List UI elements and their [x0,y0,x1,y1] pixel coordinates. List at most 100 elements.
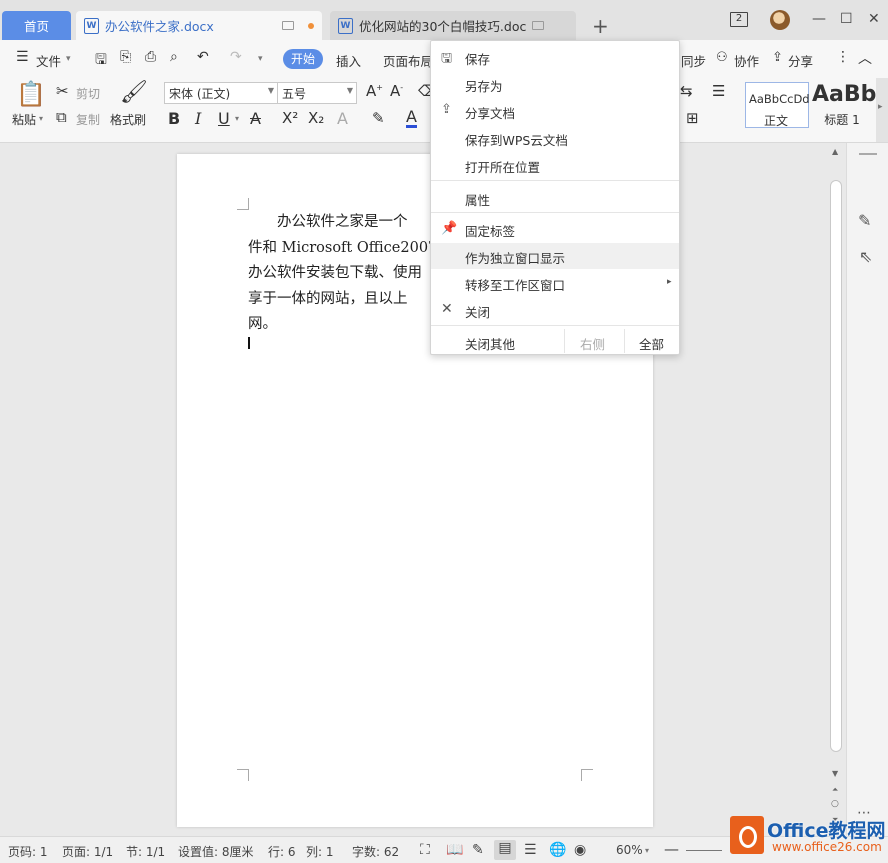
style-normal-button[interactable]: AaBbCcDd 正文 [745,82,810,128]
italic-icon[interactable]: I [195,109,201,128]
eye-protection-icon[interactable]: ◉ [574,842,586,858]
status-row[interactable]: 行: 6 [268,843,296,860]
share-icon: ⇪ [772,50,783,65]
more-options-icon[interactable]: ⋮ [836,49,850,65]
save-icon[interactable]: 🖫 [95,49,107,73]
new-tab-plus-icon[interactable]: + [592,14,609,38]
menu-item-close-all[interactable]: 全部 [639,334,664,353]
indent-icon[interactable]: ☰ [712,82,725,100]
borders-icon[interactable]: ⊞ [686,109,699,127]
undo-icon[interactable]: ↶ [197,49,209,65]
zoom-chevron-icon[interactable]: ▾ [645,846,649,855]
tab-home[interactable]: 首页 [2,11,71,40]
select-browse-icon[interactable]: ○ [831,799,839,809]
superscript-icon[interactable]: X² [282,109,298,127]
export-icon[interactable]: ⎘ [120,49,131,65]
minimize-icon[interactable]: — [812,11,826,27]
preview-icon[interactable]: ⌕ [170,49,178,65]
monitor-icon[interactable] [532,21,544,30]
panel-handle-icon[interactable] [859,153,877,155]
scroll-thumb[interactable] [830,180,842,752]
zoom-slider[interactable] [686,850,722,851]
scroll-down-icon[interactable]: ▼ [832,769,838,778]
status-column[interactable]: 列: 1 [306,843,334,860]
underline-chevron-icon[interactable]: ▾ [235,114,239,123]
zoom-out-icon[interactable]: — [664,840,679,858]
more-chevron-icon[interactable]: ▾ [258,54,263,64]
tab-start[interactable]: 开始 [283,49,323,69]
menu-item-close-others[interactable]: 关闭其他 [465,334,515,353]
menu-item-open-location[interactable]: 打开所在位置 [465,157,540,176]
menu-item-show-as-window[interactable]: 作为独立窗口显示 [465,248,565,267]
outline-view-icon[interactable]: ☰ [524,842,537,858]
decrease-font-icon[interactable]: A- [390,82,403,100]
highlight-icon[interactable]: ✎ [372,109,385,127]
subscript-icon[interactable]: X₂ [308,109,324,127]
pen-icon[interactable]: ✎ [858,211,871,230]
paragraph-sort-icon[interactable]: ⇆ [680,82,693,100]
status-setting-value[interactable]: 设置值: 8厘米 [178,843,254,860]
reading-mode-icon[interactable]: 📖 [446,842,463,858]
format-painter-icon[interactable]: 🖌 [120,80,148,105]
style-heading1-button[interactable]: AaBb 标题 1 [811,82,876,128]
monitor-icon[interactable] [282,21,294,30]
page-view-icon[interactable]: ▤ [494,840,516,860]
status-page-number[interactable]: 页码: 1 [8,843,48,860]
strikethrough-icon[interactable]: A [250,109,261,128]
increase-font-icon[interactable]: A+ [366,82,383,100]
menu-item-pin-tab[interactable]: 固定标签 [465,221,515,240]
styles-scroll-right[interactable]: ▸ [876,78,888,142]
status-section[interactable]: 节: 1/1 [126,843,165,860]
menu-item-close[interactable]: 关闭 [465,302,490,321]
menu-file[interactable]: 文件 [36,51,61,70]
status-pages[interactable]: 页面: 1/1 [62,843,113,860]
cut-icon[interactable]: ✂ [56,82,69,100]
redo-icon[interactable]: ↷ [230,49,242,65]
window-count-badge[interactable]: 2 [730,12,748,27]
copy-button[interactable]: 复制 [76,111,100,128]
cut-button[interactable]: 剪切 [76,85,100,102]
paste-chevron-icon[interactable]: ▾ [39,114,43,123]
menu-item-properties[interactable]: 属性 [465,190,490,209]
menu-item-move-to-workspace[interactable]: 转移至工作区窗口 [465,275,565,294]
status-word-count[interactable]: 字数: 62 [352,843,399,860]
tab-page-layout[interactable]: 页面布局 [383,51,433,70]
chevron-down-icon[interactable]: ▾ [66,54,71,64]
prev-page-icon[interactable]: ⏶ [832,785,838,795]
text-effect-icon[interactable]: A [337,109,348,128]
tab-document-2[interactable]: W 优化网站的30个白帽技巧.doc [330,11,576,40]
cursor-icon[interactable]: ⇖ [859,247,872,266]
sync-button[interactable]: 同步 [681,51,706,70]
font-name-select[interactable]: 宋体 (正文) ▼ [164,82,278,104]
menu-item-save-to-cloud[interactable]: 保存到WPS云文档 [465,130,568,149]
format-painter-button[interactable]: 格式刷 [110,111,146,128]
copy-icon[interactable]: ⧉ [56,108,67,126]
collapse-ribbon-icon[interactable]: ︿ [858,48,872,68]
tab-document-2-title: 优化网站的30个白帽技巧.doc [359,19,526,34]
collab-button[interactable]: 协作 [734,51,759,70]
hamburger-icon[interactable]: ☰ [16,49,29,65]
paste-button[interactable]: 粘贴 [12,111,36,128]
menu-item-close-right[interactable]: 右侧 [580,334,605,353]
scroll-up-icon[interactable]: ▲ [832,147,838,156]
share-button[interactable]: 分享 [788,51,813,70]
tab-document-1[interactable]: W 办公软件之家.docx [76,11,322,40]
web-view-icon[interactable]: 🌐 [549,842,566,858]
bold-icon[interactable]: B [168,109,180,128]
edit-mode-icon[interactable]: ✎ [472,842,484,858]
menu-item-save[interactable]: 保存 [465,49,490,68]
font-size-select[interactable]: 五号 ▼ [277,82,357,104]
menu-item-save-as[interactable]: 另存为 [465,76,503,95]
fullscreen-icon[interactable]: ⛶ [420,842,430,858]
maximize-icon[interactable]: ☐ [840,11,853,27]
tab-insert[interactable]: 插入 [336,51,361,70]
avatar[interactable] [770,10,790,30]
close-window-icon[interactable]: ✕ [868,11,880,27]
menu-item-share-doc[interactable]: 分享文档 [465,103,515,122]
underline-icon[interactable]: U [218,109,230,128]
print-icon[interactable]: ⎙ [145,49,156,65]
paste-icon[interactable]: 📋 [16,80,46,108]
zoom-level[interactable]: 60% [616,843,643,857]
document-body-text[interactable]: 办公软件之家是一个 件和 Microsoft Office2007 办公软件安装… [248,210,438,338]
font-color-icon[interactable]: A [406,109,417,128]
